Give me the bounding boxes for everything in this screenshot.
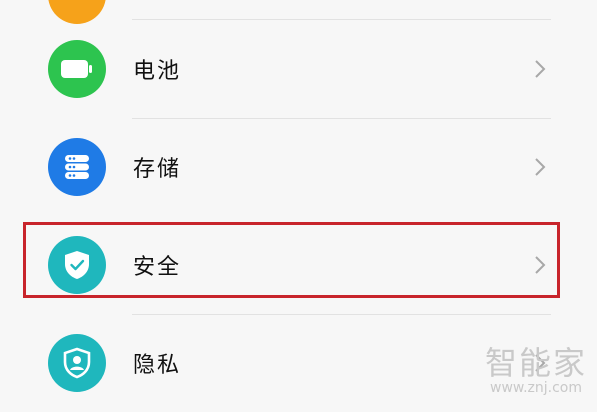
watermark-url: www.znj.com bbox=[490, 380, 582, 396]
storage-icon bbox=[48, 138, 106, 196]
privacy-icon bbox=[48, 334, 106, 392]
settings-item-storage[interactable]: 存储 bbox=[0, 118, 597, 216]
settings-item-label: 隐私 bbox=[133, 353, 182, 378]
chevron-right-icon bbox=[535, 158, 546, 176]
watermark: 智能家 www.znj.com bbox=[485, 346, 587, 396]
watermark-name: 智能家 bbox=[484, 344, 587, 382]
settings-item-label: 存储 bbox=[133, 157, 182, 182]
battery-icon bbox=[48, 40, 106, 98]
settings-item-battery[interactable]: 电池 bbox=[0, 20, 597, 118]
settings-item-label: 电池 bbox=[133, 59, 182, 84]
highlight-box bbox=[23, 222, 560, 298]
chevron-right-icon bbox=[535, 60, 546, 78]
